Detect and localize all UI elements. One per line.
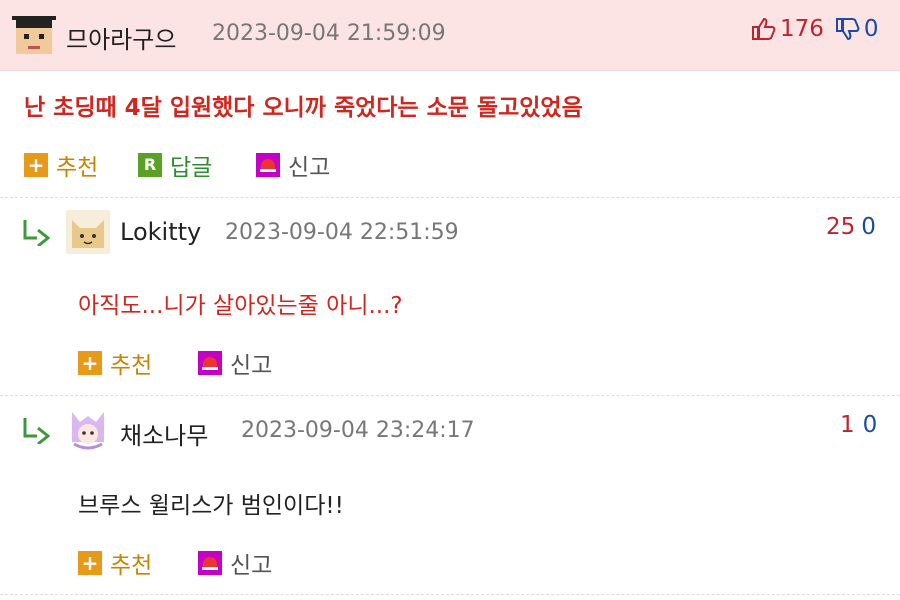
thumbs-up-icon[interactable] [750, 16, 776, 42]
plus-icon: + [78, 551, 102, 575]
comment-date: 2023-09-04 22:51:59 [225, 220, 459, 245]
recommend-button[interactable]: + 추천 [24, 148, 98, 182]
post-author-nick[interactable]: 므아라구으 [66, 20, 176, 55]
user-avatar-icon[interactable] [66, 210, 110, 254]
comment-date: 2023-09-04 23:24:17 [241, 418, 475, 443]
divider [0, 395, 900, 396]
recommend-label: 추천 [110, 553, 153, 579]
report-button[interactable]: 신고 [198, 546, 272, 580]
recommend-button[interactable]: + 추천 [78, 346, 152, 380]
report-siren-icon [198, 351, 222, 375]
comment-thread: 므아라구으 2023-09-04 21:59:09 176 0 난 초딩때 4달… [0, 0, 900, 600]
divider [0, 197, 900, 198]
reply-arrow-icon [23, 418, 51, 444]
comment-up-count[interactable]: 1 [840, 412, 855, 438]
report-siren-icon [256, 153, 280, 177]
thumbs-down-icon[interactable] [834, 16, 860, 42]
reply-label: 답글 [170, 155, 213, 181]
comment-content: 브루스 윌리스가 범인이다!! [78, 493, 344, 519]
divider [0, 594, 900, 595]
recommend-label: 추천 [110, 353, 153, 379]
reply-arrow-icon [23, 220, 51, 246]
post-down-count: 0 [863, 16, 879, 42]
comment-up-count[interactable]: 25 [826, 214, 855, 240]
user-avatar-icon[interactable] [66, 408, 110, 452]
report-button[interactable]: 신고 [198, 346, 272, 380]
report-siren-icon [198, 551, 222, 575]
recommend-button[interactable]: + 추천 [78, 546, 152, 580]
comment-author-nick[interactable]: 채소나무 [120, 416, 208, 451]
comment-vote: 25 0 [826, 214, 876, 240]
post-up-count: 176 [780, 16, 824, 42]
user-avatar-icon[interactable] [12, 12, 56, 56]
comment-author-nick[interactable]: Lokitty [120, 218, 201, 246]
plus-icon: + [78, 351, 102, 375]
reply-button[interactable]: R 답글 [138, 148, 212, 182]
comment-down-count[interactable]: 0 [861, 214, 876, 240]
reply-icon: R [138, 153, 162, 177]
comment-down-count[interactable]: 0 [863, 412, 878, 438]
report-label: 신고 [230, 553, 273, 579]
post-content: 난 초딩때 4달 입원했다 오니까 죽었다는 소문 돌고있었음 [24, 95, 583, 121]
comment-content: 아직도...니가 살아있는줄 아니...? [78, 293, 403, 319]
plus-icon: + [24, 153, 48, 177]
report-button[interactable]: 신고 [256, 148, 330, 182]
post-vote: 176 0 [750, 16, 879, 42]
report-label: 신고 [288, 155, 331, 181]
post-date: 2023-09-04 21:59:09 [212, 21, 446, 46]
recommend-label: 추천 [56, 155, 99, 181]
report-label: 신고 [230, 353, 273, 379]
comment-vote: 1 0 [840, 412, 877, 438]
